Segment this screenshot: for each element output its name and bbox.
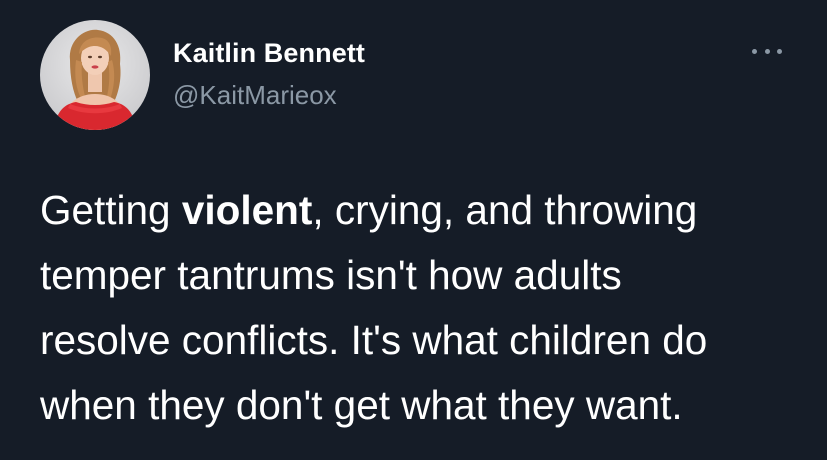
- more-horizontal-icon: [764, 48, 770, 54]
- author-display-name[interactable]: Kaitlin Bennett: [173, 38, 365, 69]
- tweet-text-line: Getting violent, crying, and throwing: [40, 178, 810, 243]
- tweet-text-segment: , crying, and throwing: [312, 187, 698, 233]
- author-handle[interactable]: @KaitMarieox: [173, 80, 337, 111]
- tweet-text: Getting violent, crying, and throwing te…: [40, 178, 810, 438]
- tweet-text-bold: violent: [181, 187, 313, 233]
- tweet-text-line: resolve conflicts. It's what children do: [40, 317, 708, 363]
- more-horizontal-icon: [777, 48, 782, 54]
- avatar[interactable]: [40, 20, 150, 130]
- tweet-text-line: when they don't get what they want.: [40, 382, 683, 428]
- more-horizontal-icon: [752, 48, 757, 54]
- tweet-card: Kaitlin Bennett @KaitMarieox Getting vio…: [0, 0, 827, 460]
- tweet-text-segment: Getting: [40, 187, 182, 233]
- profile-photo-icon: [40, 20, 150, 130]
- tweet-text-line: temper tantrums isn't how adults: [40, 252, 622, 298]
- more-options-button[interactable]: [752, 44, 782, 58]
